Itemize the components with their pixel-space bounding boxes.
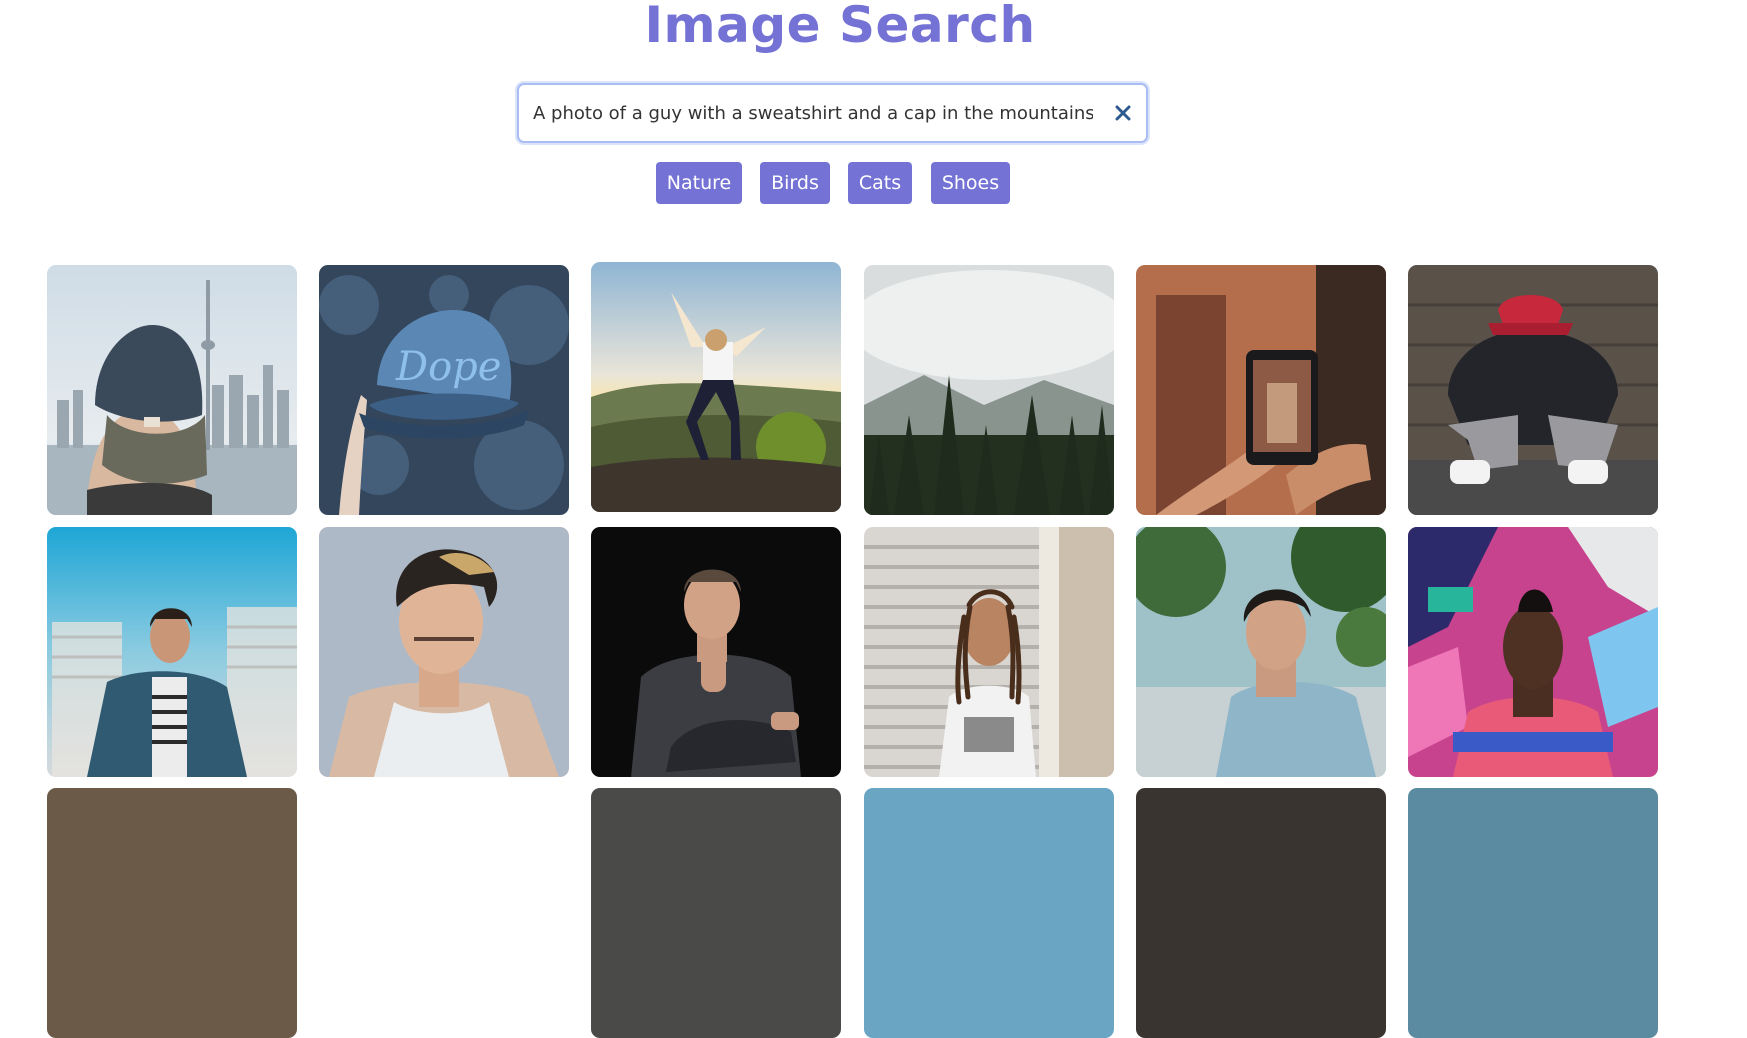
svg-text:Dope: Dope bbox=[395, 344, 501, 390]
result-image-12 bbox=[1408, 527, 1658, 777]
result-image[interactable] bbox=[1136, 527, 1386, 777]
result-image-16 bbox=[1136, 788, 1386, 1038]
result-image-4 bbox=[864, 265, 1114, 515]
result-image-3 bbox=[591, 262, 841, 512]
tag-list: Nature Birds Cats Shoes bbox=[0, 162, 1680, 206]
result-image-11 bbox=[1136, 527, 1386, 777]
result-image-8 bbox=[319, 527, 569, 777]
result-image-10 bbox=[864, 527, 1114, 777]
result-image-partial[interactable] bbox=[47, 788, 297, 1038]
result-image[interactable] bbox=[1408, 265, 1658, 515]
tag-cats[interactable]: Cats bbox=[848, 162, 912, 204]
result-image-13 bbox=[47, 788, 297, 1038]
result-image-partial[interactable] bbox=[591, 788, 841, 1038]
tag-shoes[interactable]: Shoes bbox=[931, 162, 1010, 204]
result-image[interactable] bbox=[319, 527, 569, 777]
search-input[interactable] bbox=[533, 85, 1093, 141]
result-image-partial[interactable] bbox=[1136, 788, 1386, 1038]
result-image-partial[interactable] bbox=[1408, 788, 1658, 1038]
result-image[interactable] bbox=[47, 265, 297, 515]
result-image[interactable] bbox=[1408, 527, 1658, 777]
page-title: Image Search bbox=[644, 0, 1036, 54]
tag-birds[interactable]: Birds bbox=[760, 162, 830, 204]
close-icon[interactable] bbox=[1112, 102, 1134, 124]
result-image-15 bbox=[864, 788, 1114, 1038]
result-image-7 bbox=[47, 527, 297, 777]
result-image[interactable] bbox=[47, 527, 297, 777]
result-image-17 bbox=[1408, 788, 1658, 1038]
result-image[interactable] bbox=[591, 527, 841, 777]
search-box[interactable] bbox=[517, 83, 1148, 143]
result-image[interactable]: Dope bbox=[319, 265, 569, 515]
result-image[interactable] bbox=[864, 527, 1114, 777]
result-image-2: Dope bbox=[319, 265, 569, 515]
result-image-9 bbox=[591, 527, 841, 777]
result-image-14 bbox=[591, 788, 841, 1038]
result-image-6 bbox=[1408, 265, 1658, 515]
result-image-5 bbox=[1136, 265, 1386, 515]
result-image[interactable] bbox=[1136, 265, 1386, 515]
tag-nature[interactable]: Nature bbox=[656, 162, 742, 204]
result-image-1 bbox=[47, 265, 297, 515]
result-image[interactable] bbox=[864, 265, 1114, 515]
result-image[interactable] bbox=[591, 262, 841, 512]
result-image-partial[interactable] bbox=[864, 788, 1114, 1038]
